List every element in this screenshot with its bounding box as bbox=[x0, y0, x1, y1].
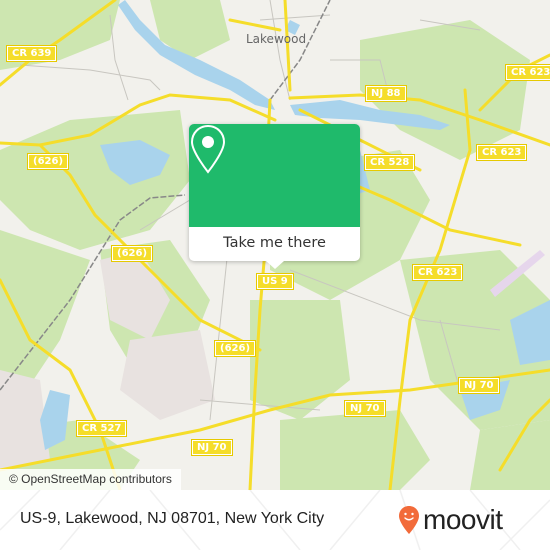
road-shield-cr527: CR 527 bbox=[75, 420, 128, 437]
footer: US-9, Lakewood, NJ 08701, New York City … bbox=[0, 490, 550, 550]
road-shield-626: (626) bbox=[110, 245, 154, 262]
road-shield-626: (626) bbox=[26, 153, 70, 170]
road-shield-nj88: NJ 88 bbox=[365, 85, 407, 102]
address-text: US-9, Lakewood, NJ 08701, New York City bbox=[20, 510, 325, 527]
popup-pointer bbox=[266, 261, 284, 269]
take-me-there-button[interactable]: Take me there bbox=[189, 227, 360, 261]
road-shield-626: (626) bbox=[213, 340, 257, 357]
location-popup: Take me there bbox=[189, 124, 360, 269]
road-shield-cr528: CR 528 bbox=[363, 154, 416, 171]
road-shield-nj70: NJ 70 bbox=[191, 439, 233, 456]
road-shield-nj70: NJ 70 bbox=[344, 400, 386, 417]
road-shield-cr623: CR 623 bbox=[475, 144, 528, 161]
road-shield-cr623: CR 623 bbox=[411, 264, 464, 281]
road-shield-cr623: CR 623 bbox=[504, 64, 550, 81]
map[interactable]: Lakewood CR 639 NJ 88 CR 623 (626) CR 52… bbox=[0, 0, 550, 490]
map-pin-icon bbox=[190, 124, 226, 174]
moovit-pin-icon bbox=[399, 506, 419, 534]
moovit-wordmark: moovit bbox=[423, 504, 503, 535]
map-attribution[interactable]: © OpenStreetMap contributors bbox=[0, 469, 181, 490]
road-shield-us9: US 9 bbox=[256, 273, 294, 290]
popup-header bbox=[189, 124, 360, 227]
town-label: Lakewood bbox=[246, 32, 307, 46]
road-shield-nj70: NJ 70 bbox=[458, 377, 500, 394]
road-shield-cr639: CR 639 bbox=[5, 45, 58, 62]
moovit-logo[interactable]: moovit bbox=[398, 504, 503, 536]
